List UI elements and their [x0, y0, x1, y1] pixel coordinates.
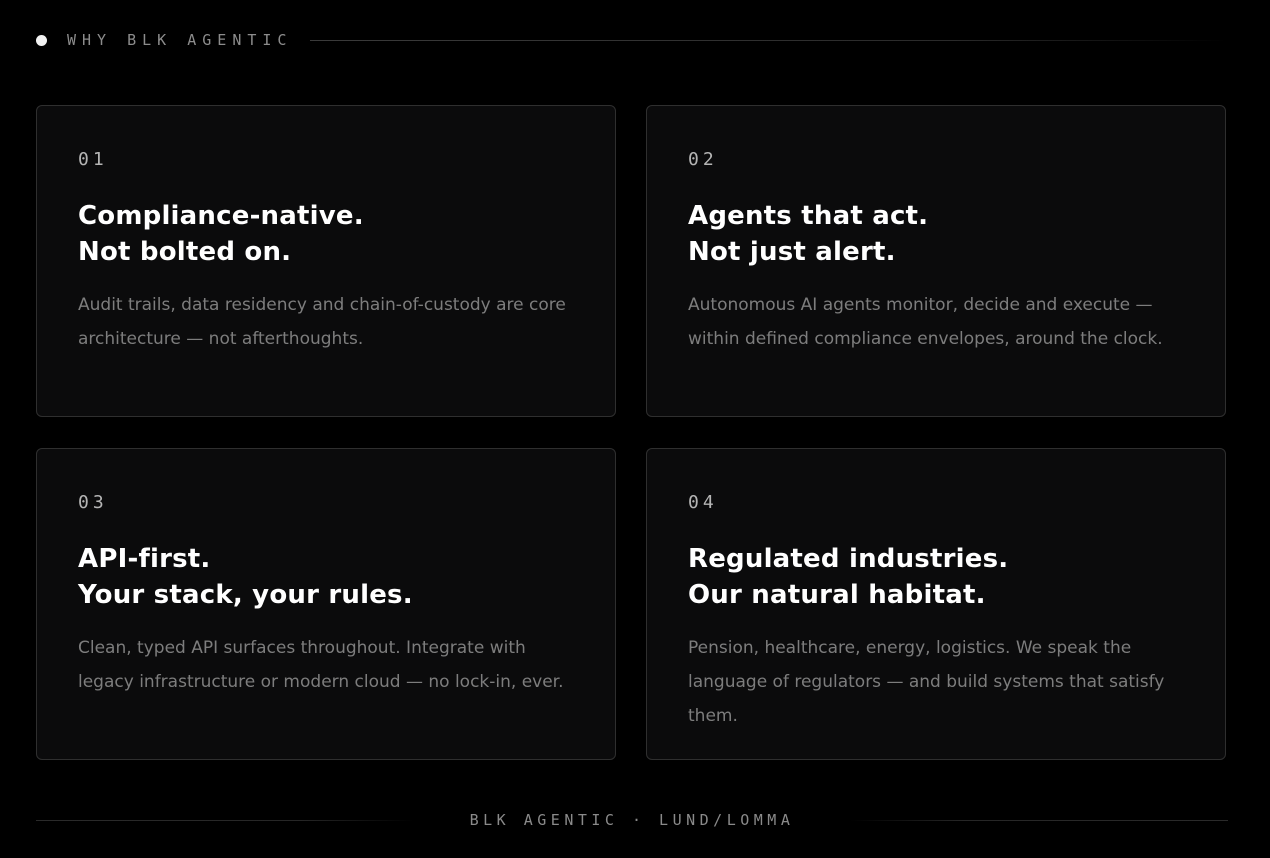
section-eyebrow: WHY BLK AGENTIC	[67, 31, 293, 49]
footer-divider-right	[850, 819, 1228, 821]
card-title-line-1: Agents that act.	[688, 201, 929, 231]
feature-grid: 01 Compliance-native. Not bolted on. Aud…	[36, 105, 1228, 763]
card-number: 01	[78, 149, 108, 170]
card-number: 04	[688, 492, 718, 513]
feature-card-compliance: 01 Compliance-native. Not bolted on. Aud…	[36, 105, 616, 417]
footer: BLK AGENTIC · LUND/LOMMA	[36, 808, 1228, 832]
card-title-line-1: Regulated industries.	[688, 544, 1009, 574]
header-divider	[310, 39, 1228, 41]
card-title: Compliance-native. Not bolted on.	[78, 198, 575, 270]
card-title: API-first. Your stack, your rules.	[78, 541, 575, 613]
feature-card-regulated: 04 Regulated industries. Our natural hab…	[646, 448, 1226, 760]
card-description: Autonomous AI agents monitor, decide and…	[688, 295, 1163, 349]
card-title-line-1: API-first.	[78, 544, 211, 574]
card-title-line-2: Not bolted on.	[78, 237, 292, 267]
card-description: Pension, healthcare, energy, logistics. …	[688, 638, 1165, 726]
footer-divider-left	[36, 819, 414, 821]
card-description: Clean, typed API surfaces throughout. In…	[78, 638, 564, 692]
footer-label: BLK AGENTIC · LUND/LOMMA	[469, 811, 795, 829]
card-title-line-2: Our natural habitat.	[688, 580, 986, 610]
card-title-line-2: Not just alert.	[688, 237, 896, 267]
card-title-line-2: Your stack, your rules.	[78, 580, 413, 610]
feature-card-agents: 02 Agents that act. Not just alert. Auto…	[646, 105, 1226, 417]
section-header: WHY BLK AGENTIC	[36, 28, 1228, 52]
card-title: Regulated industries. Our natural habita…	[688, 541, 1185, 613]
card-title: Agents that act. Not just alert.	[688, 198, 1185, 270]
bullet-dot-icon	[36, 34, 47, 46]
card-number: 03	[78, 492, 108, 513]
card-title-line-1: Compliance-native.	[78, 201, 364, 231]
card-number: 02	[688, 149, 718, 170]
feature-card-api: 03 API-first. Your stack, your rules. Cl…	[36, 448, 616, 760]
card-description: Audit trails, data residency and chain-o…	[78, 295, 566, 349]
